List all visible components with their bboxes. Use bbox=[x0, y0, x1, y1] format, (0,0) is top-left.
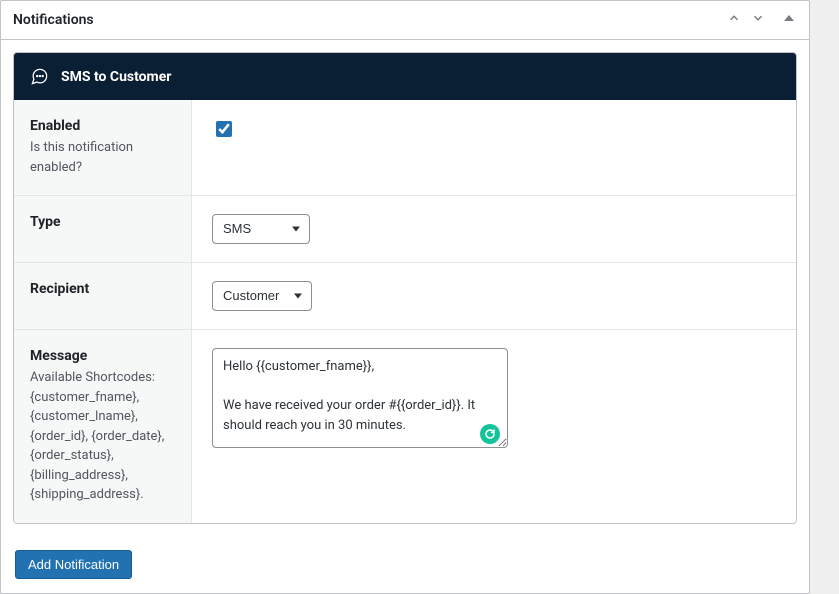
prev-icon[interactable] bbox=[725, 9, 743, 31]
recipient-label: Recipient bbox=[30, 281, 175, 297]
row-message-label-cell: Message Available Shortcodes: {customer_… bbox=[14, 330, 192, 523]
notification-block: SMS to Customer Enabled Is this notifica… bbox=[13, 52, 797, 524]
row-message: Message Available Shortcodes: {customer_… bbox=[14, 330, 796, 523]
message-label: Message bbox=[30, 348, 175, 364]
chat-sms-icon bbox=[30, 67, 49, 86]
recipient-select[interactable]: Customer bbox=[212, 281, 312, 311]
block-title: SMS to Customer bbox=[61, 69, 171, 85]
row-recipient-label-cell: Recipient bbox=[14, 263, 192, 329]
panel-title: Notifications bbox=[13, 12, 94, 28]
enabled-label: Enabled bbox=[30, 118, 175, 134]
message-textarea[interactable] bbox=[212, 348, 508, 448]
enabled-checkbox[interactable] bbox=[216, 121, 232, 137]
message-desc: Available Shortcodes: {customer_fname}, … bbox=[30, 368, 175, 505]
row-enabled-label-cell: Enabled Is this notification enabled? bbox=[14, 100, 192, 195]
notifications-panel: Notifications SMS to Custome bbox=[0, 0, 810, 594]
type-select[interactable]: SMS bbox=[212, 214, 310, 244]
panel-header-controls bbox=[725, 9, 797, 31]
type-label: Type bbox=[30, 214, 175, 230]
row-type-label-cell: Type bbox=[14, 196, 192, 262]
row-message-control-cell bbox=[192, 330, 796, 523]
row-enabled-control-cell bbox=[192, 100, 796, 195]
panel-body: SMS to Customer Enabled Is this notifica… bbox=[1, 40, 809, 536]
enabled-desc: Is this notification enabled? bbox=[30, 138, 175, 177]
row-recipient-control-cell: Customer bbox=[192, 263, 796, 329]
row-enabled: Enabled Is this notification enabled? bbox=[14, 100, 796, 196]
panel-header: Notifications bbox=[1, 1, 809, 40]
row-recipient: Recipient Customer bbox=[14, 263, 796, 330]
next-icon[interactable] bbox=[749, 9, 767, 31]
row-type: Type SMS bbox=[14, 196, 796, 263]
row-type-control-cell: SMS bbox=[192, 196, 796, 262]
collapse-toggle-icon[interactable] bbox=[781, 10, 797, 30]
block-header[interactable]: SMS to Customer bbox=[14, 53, 796, 100]
add-notification-button[interactable]: Add Notification bbox=[15, 550, 132, 579]
